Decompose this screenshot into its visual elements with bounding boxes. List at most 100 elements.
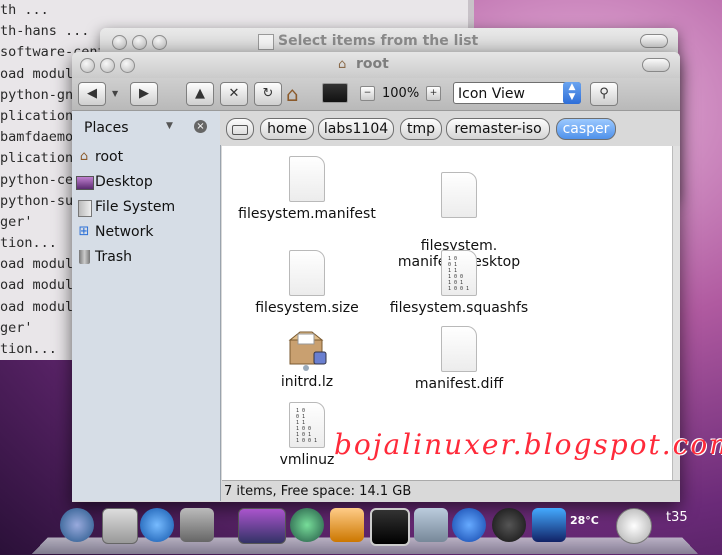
dialog-icon bbox=[258, 34, 274, 50]
view-mode-select[interactable]: Icon View ▲ ▼ bbox=[453, 82, 581, 104]
file-name: manifest.diff bbox=[414, 376, 504, 392]
file-name: filesystem.size bbox=[255, 300, 359, 316]
window-capsule-button[interactable] bbox=[640, 34, 668, 48]
stop-icon: ✕ bbox=[228, 86, 240, 101]
reload-icon: ↻ bbox=[262, 86, 274, 101]
file-name: initrd.lz bbox=[280, 374, 334, 390]
document-icon bbox=[441, 172, 477, 218]
watermark: bojalinuxer.blogspot.com bbox=[334, 428, 722, 461]
network-icon: ⊞ bbox=[78, 224, 90, 239]
dialog-title: Select items from the list bbox=[278, 33, 479, 49]
clock-label: t35 bbox=[666, 510, 688, 525]
reload-button[interactable]: ↻ bbox=[254, 82, 282, 106]
document-icon bbox=[289, 250, 325, 296]
close-button[interactable] bbox=[80, 58, 95, 73]
file-item[interactable]: manifest.diff bbox=[374, 326, 544, 392]
time-machine-icon[interactable] bbox=[290, 508, 324, 542]
view-mode-value: Icon View bbox=[458, 86, 525, 102]
cursor-icon[interactable] bbox=[532, 508, 566, 542]
sidebar-item-root[interactable]: ⌂ root bbox=[72, 145, 220, 170]
file-name: filesystem.manifest bbox=[238, 206, 376, 222]
minimize-button[interactable] bbox=[132, 35, 147, 50]
photo-icon[interactable] bbox=[238, 508, 286, 544]
path-bar: home labs1104 tmp remaster-iso casper bbox=[220, 111, 680, 145]
home-button[interactable]: ⌂ bbox=[286, 82, 299, 106]
usb-drive-icon[interactable] bbox=[330, 508, 364, 542]
file-name: vmlinuz bbox=[279, 452, 335, 468]
close-button[interactable] bbox=[112, 35, 127, 50]
home-icon: ⌂ bbox=[79, 149, 89, 164]
arrow-left-icon: ◀ bbox=[87, 86, 97, 101]
back-button[interactable]: ◀ bbox=[78, 82, 106, 106]
crumb-labs1104[interactable]: labs1104 bbox=[318, 118, 394, 140]
drive-icon bbox=[76, 199, 92, 217]
weather-temperature: 28°C bbox=[570, 514, 599, 527]
binary-file-icon: 1 00 11 11 0 01 0 11 0 0 1 bbox=[441, 250, 477, 296]
document-icon bbox=[441, 326, 477, 372]
sidebar-item-file-system[interactable]: File System bbox=[72, 195, 220, 220]
updown-arrow-icon: ▲ ▼ bbox=[563, 82, 581, 104]
drive-icon bbox=[232, 125, 248, 135]
crumb-tmp[interactable]: tmp bbox=[400, 118, 442, 140]
monitor-icon[interactable] bbox=[370, 508, 410, 546]
search-button[interactable]: ⚲ bbox=[590, 82, 618, 106]
toolbar: ◀ ▼ ▶ ▲ ✕ ↻ ⌂ − 100% + Icon View ▲ ▼ ⚲ bbox=[72, 78, 680, 111]
search-icon: ⚲ bbox=[599, 86, 609, 101]
dock: 28°C t35 bbox=[32, 500, 698, 555]
zoom-out-icon: − bbox=[363, 88, 372, 98]
zoom-in-button[interactable]: + bbox=[426, 86, 441, 101]
sidebar-item-label: root bbox=[95, 149, 124, 165]
safari-icon[interactable] bbox=[60, 508, 94, 542]
file-item[interactable]: filesystem.size bbox=[222, 250, 392, 316]
crumb-casper[interactable]: casper bbox=[556, 118, 616, 140]
arrow-right-icon: ▶ bbox=[139, 86, 149, 101]
zoom-level: 100% bbox=[382, 86, 420, 101]
crumb-remaster-iso[interactable]: remaster-iso bbox=[446, 118, 550, 140]
video-chat-icon[interactable] bbox=[140, 508, 174, 542]
window-titlebar[interactable]: ⌂ root bbox=[72, 52, 680, 78]
sidebar: Places ▼ × ⌂ root Desktop File System ⊞ … bbox=[72, 111, 221, 501]
folder-icon[interactable] bbox=[414, 508, 448, 542]
file-item[interactable]: initrd.lz bbox=[222, 326, 392, 390]
file-item[interactable]: 1 00 11 11 0 01 0 11 0 0 1 filesystem.sq… bbox=[374, 250, 544, 316]
clock-icon[interactable] bbox=[616, 508, 652, 544]
path-toggle-button[interactable] bbox=[226, 118, 254, 140]
desktop-icon bbox=[76, 174, 94, 190]
window-title: root bbox=[356, 56, 389, 72]
chevron-down-icon[interactable]: ▼ bbox=[166, 121, 173, 131]
maximize-button[interactable] bbox=[120, 58, 135, 73]
calculator-icon[interactable] bbox=[102, 508, 138, 544]
computer-button[interactable] bbox=[322, 83, 348, 103]
history-dropdown-icon[interactable]: ▼ bbox=[112, 89, 118, 98]
sidebar-item-desktop[interactable]: Desktop bbox=[72, 170, 220, 195]
sidebar-item-trash[interactable]: Trash bbox=[72, 245, 220, 270]
close-sidebar-icon[interactable]: × bbox=[194, 120, 207, 133]
places-label: Places bbox=[84, 120, 129, 136]
arrow-up-icon: ▲ bbox=[195, 86, 205, 101]
sidebar-item-label: File System bbox=[95, 199, 176, 215]
file-item[interactable]: filesystem.manifest bbox=[222, 156, 392, 222]
document-icon bbox=[289, 156, 325, 202]
places-header: Places ▼ × bbox=[72, 111, 220, 145]
sidebar-item-label: Network bbox=[95, 224, 154, 240]
maximize-button[interactable] bbox=[152, 35, 167, 50]
binary-file-icon: 1 00 11 11 0 01 0 11 0 0 1 bbox=[289, 402, 325, 448]
file-name: filesystem.squashfs bbox=[389, 300, 529, 316]
sidebar-item-network[interactable]: ⊞ Network bbox=[72, 220, 220, 245]
package-icon bbox=[284, 326, 330, 372]
itunes-icon[interactable] bbox=[452, 508, 486, 542]
zoom-out-button[interactable]: − bbox=[360, 86, 375, 101]
camera-icon[interactable] bbox=[180, 508, 214, 542]
up-button[interactable]: ▲ bbox=[186, 82, 214, 106]
power-icon[interactable] bbox=[492, 508, 526, 542]
minimize-button[interactable] bbox=[100, 58, 115, 73]
window-capsule-button[interactable] bbox=[642, 58, 670, 72]
forward-button[interactable]: ▶ bbox=[130, 82, 158, 106]
trash-icon bbox=[76, 249, 92, 265]
status-bar: 7 items, Free space: 14.1 GB bbox=[222, 480, 680, 502]
stop-button[interactable]: ✕ bbox=[220, 82, 248, 106]
terminal-line: th ... bbox=[0, 2, 49, 18]
zoom-in-icon: + bbox=[429, 88, 438, 98]
crumb-home[interactable]: home bbox=[260, 118, 314, 140]
sidebar-item-label: Trash bbox=[95, 249, 132, 265]
